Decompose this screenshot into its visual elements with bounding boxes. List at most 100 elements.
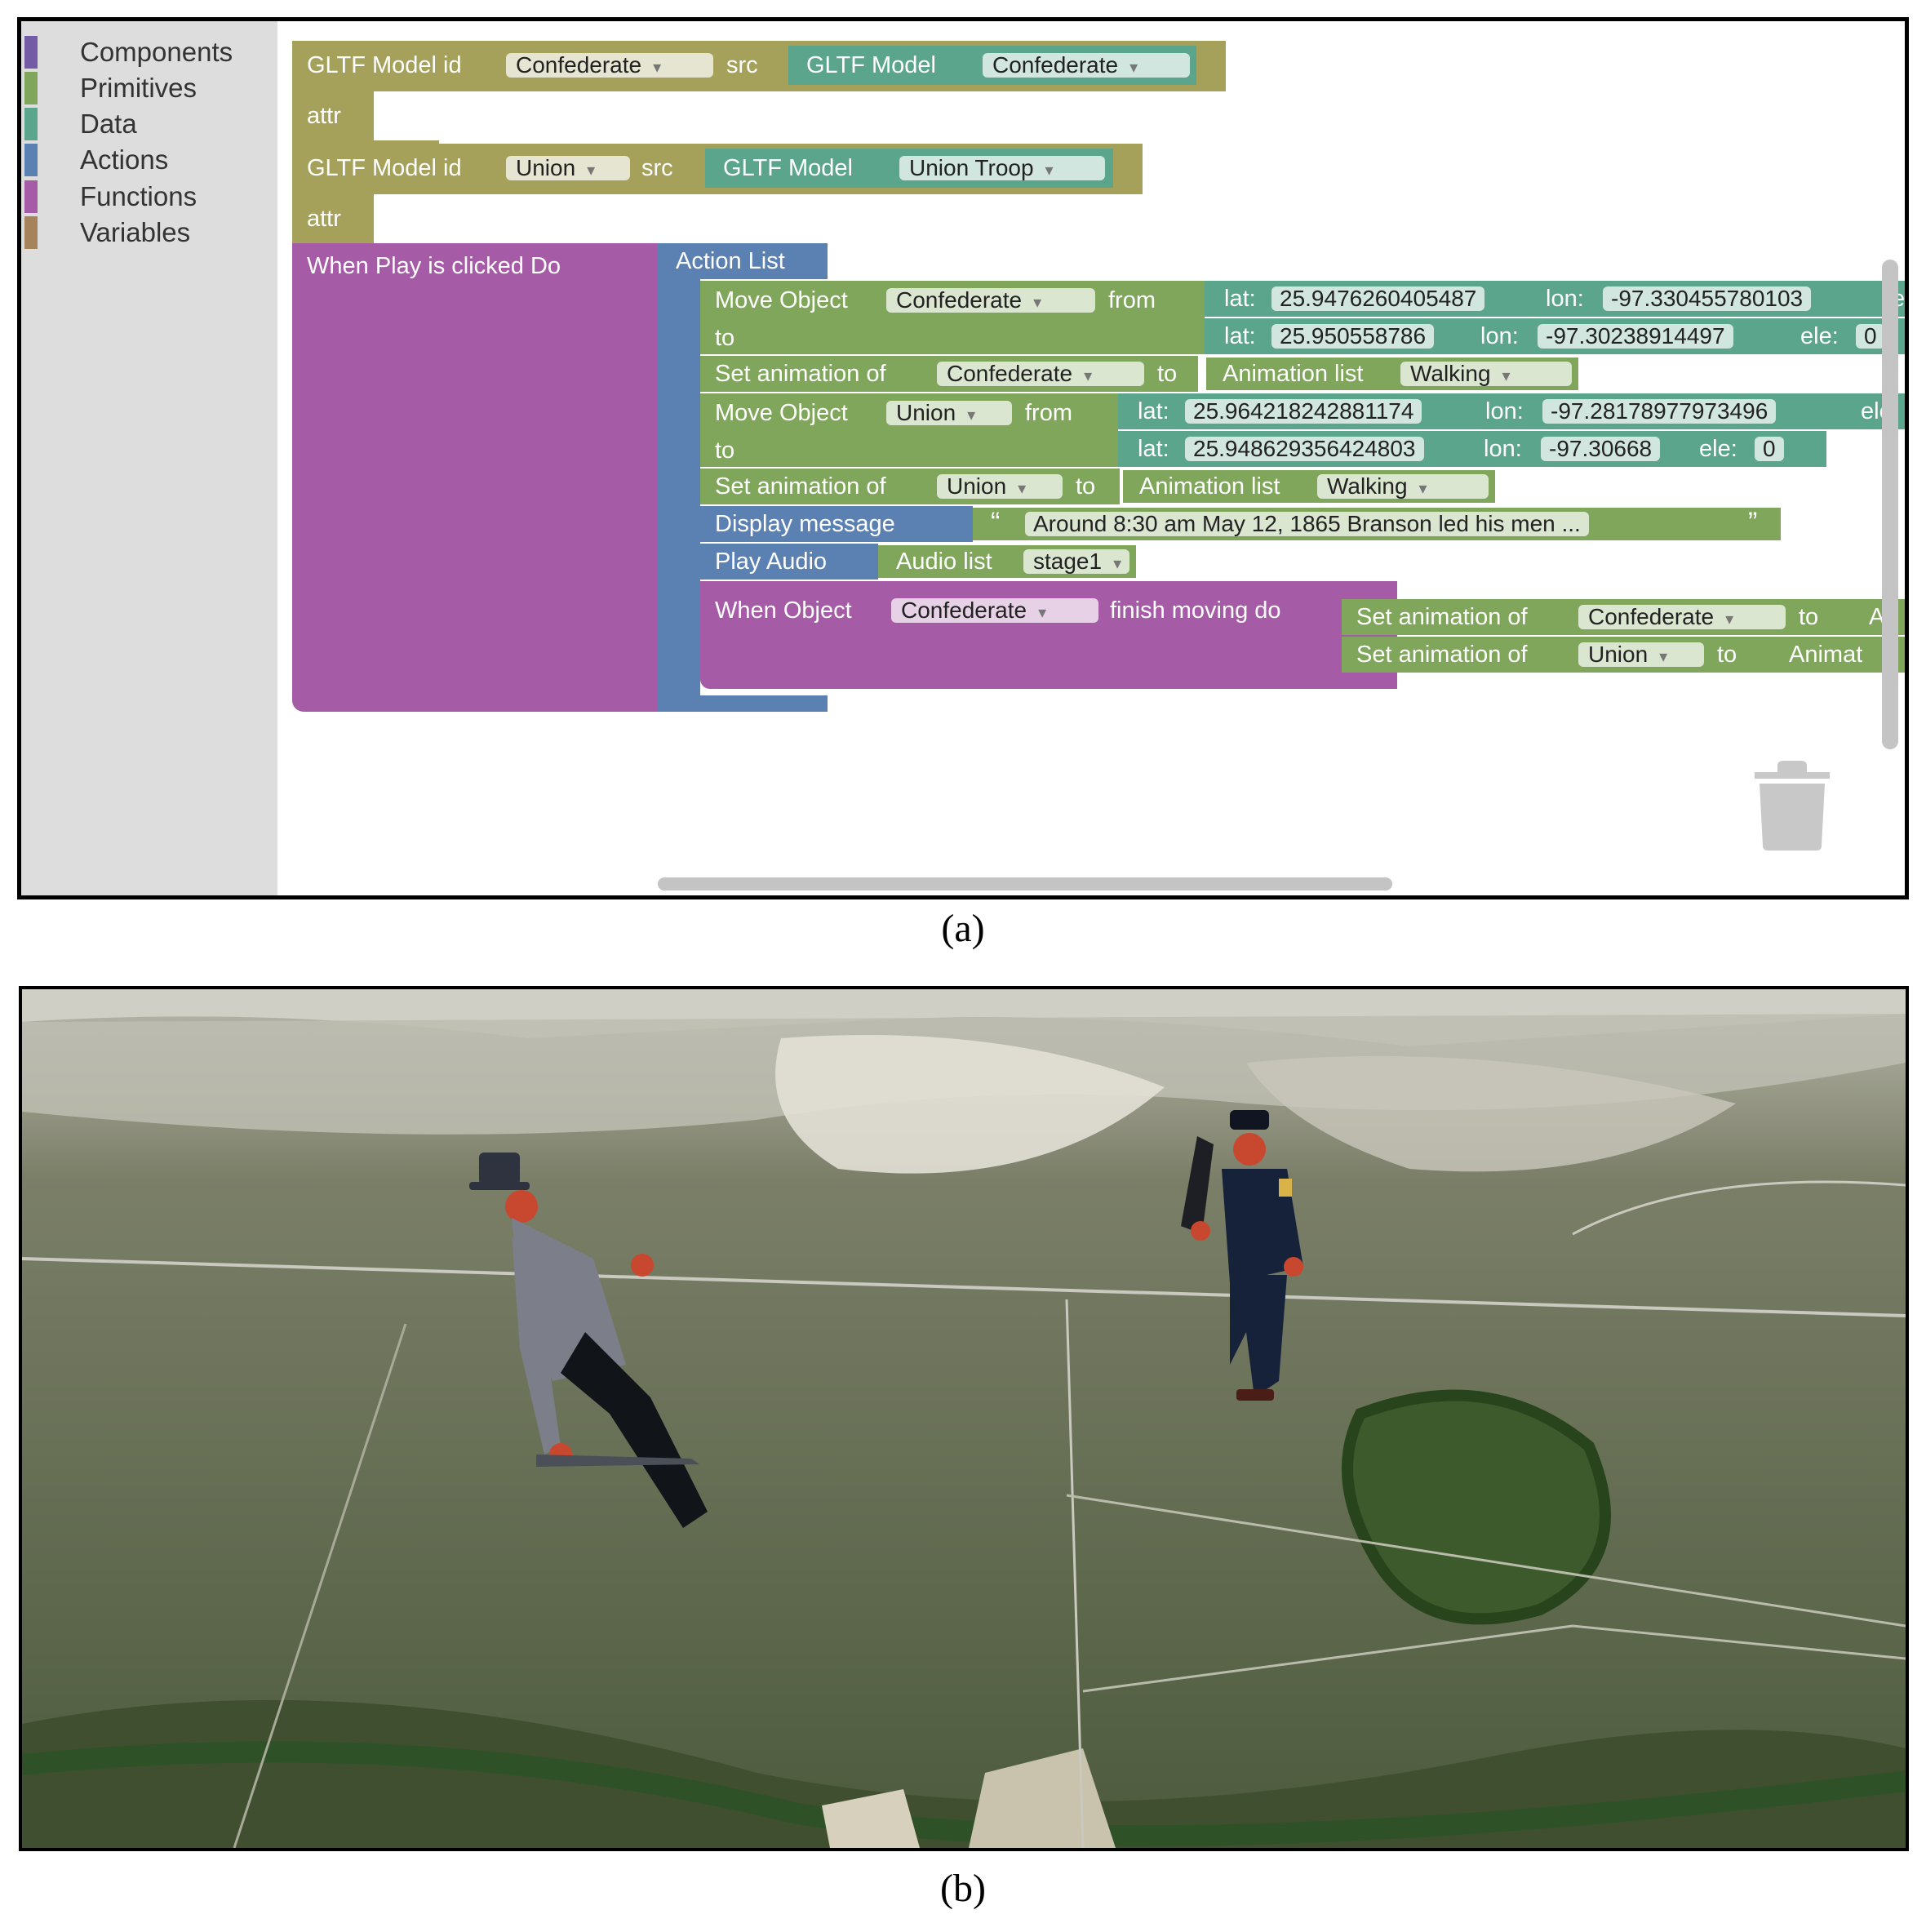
audio-list-block[interactable]: Audio list stage1 [878,545,1136,578]
lat-value[interactable]: 25.948629356424803 [1185,437,1424,461]
ele-value[interactable]: 0 [1856,324,1885,349]
animation-object-dropdown[interactable]: Union [937,474,1063,499]
toolbox-category-functions[interactable]: Functions [21,180,197,213]
components-color-swatch [24,36,38,69]
coordinate-block-to[interactable]: lat: 25.948629356424803 lon: -97.30668 e… [1118,431,1826,467]
lon-value[interactable]: -97.30238914497 [1538,324,1733,349]
to-label: to [715,325,735,351]
set-animation-label: Set animation of [715,361,886,387]
src-label: src [641,155,673,181]
coordinate-block-from[interactable]: lat: 25.9476260405487 lon: -97.330455780… [1205,281,1905,317]
gltf-model-dropdown[interactable]: Confederate [983,53,1190,78]
animation-list-dropdown[interactable]: Walking [1317,474,1489,499]
to-label: to [715,437,735,464]
audio-list-label: Audio list [896,549,992,575]
toolbox-category-label: Functions [80,181,197,211]
lon-value[interactable]: -97.30668 [1541,437,1661,461]
coordinate-block-from[interactable]: lat: 25.964218242881174 lon: -97.2817897… [1118,393,1905,429]
lat-value[interactable]: 25.9476260405487 [1271,286,1485,311]
open-quote-icon: “ [991,507,1001,538]
move-object-dropdown[interactable]: Union [886,401,1012,425]
trash-icon[interactable] [1751,761,1833,851]
coordinate-block-to[interactable]: lat: 25.950558786 lon: -97.30238914497 e… [1205,318,1905,354]
toolbox-category-data[interactable]: Data [21,108,137,140]
lon-label: lon: [1480,323,1519,349]
toolbox-category-label: Actions [80,144,169,175]
action-list-bottom [658,695,828,712]
move-object-block-union[interactable]: Move Object Union from to [700,393,1118,467]
action-list-label: Action List [676,248,785,274]
action-list-spine [658,279,700,712]
gltf-model-label: GLTF Model [723,155,854,181]
close-quote-icon: ” [1748,507,1758,538]
gltf-model-value-block[interactable]: GLTF Model Confederate [788,46,1196,85]
gltf-id-dropdown[interactable]: Union [506,156,630,180]
audio-list-dropdown[interactable]: stage1 [1023,549,1129,574]
set-animation-label: Set animation of [1356,642,1528,668]
set-animation-block-confederate[interactable]: Set animation of Confederate to [700,356,1198,392]
lat-value[interactable]: 25.950558786 [1271,324,1435,349]
to-label: to [1717,642,1737,668]
lat-label: lat: [1224,286,1256,312]
toolbox-category-label: Variables [80,217,191,247]
attr-row: attr [292,91,374,140]
event-label: When Play is clicked Do [307,253,561,279]
set-animation-block-confederate[interactable]: Set animation of Confederate to A [1342,599,1905,635]
toolbox-category-primitives[interactable]: Primitives [21,72,197,104]
variables-color-swatch [24,216,38,249]
toolbox-category-label: Data [80,109,137,139]
text-string-block[interactable]: “ Around 8:30 am May 12, 1865 Branson le… [973,508,1781,540]
to-label: to [1799,604,1819,630]
move-object-block-confederate[interactable]: Move Object Confederate from to [700,281,1205,354]
gltf-model-label: GLTF Model [806,52,937,78]
toolbox-category-label: Components [80,37,233,67]
gltf-model-value-block[interactable]: GLTF Model Union Troop [705,149,1113,188]
set-animation-label: Set animation of [1356,604,1528,630]
animation-list-block[interactable]: Animation list Walking [1206,358,1578,390]
lat-label: lat: [1138,436,1169,462]
animation-object-dropdown[interactable]: Confederate [1578,605,1786,629]
attr-row: attr [292,194,374,243]
ele-label: ele: [1699,436,1737,462]
lat-label: lat: [1138,398,1169,424]
horizontal-scrollbar[interactable] [658,877,1392,890]
set-animation-block-union[interactable]: Set animation of Union to Animat [1342,637,1905,673]
lon-label: lon: [1546,286,1584,312]
gltf-model-dropdown[interactable]: Union Troop [899,156,1105,180]
finish-object-dropdown[interactable]: Confederate [891,598,1098,623]
lon-label: lon: [1485,398,1524,424]
move-object-label: Move Object [715,287,848,313]
toolbox-category-variables[interactable]: Variables [21,216,190,249]
lon-value[interactable]: -97.28178977973496 [1542,399,1777,424]
attr-input-socket[interactable] [374,199,431,232]
move-object-dropdown[interactable]: Confederate [886,288,1095,313]
ele-value[interactable]: 0 [1755,437,1784,461]
ar-map-scene [19,986,1909,1851]
when-object-finish-moving-block[interactable]: When Object Confederate finish moving do [700,581,1397,689]
action-list-block[interactable]: Action List [658,243,828,279]
blocks-workspace[interactable]: GLTF Model id Confederate src GLTF Model… [277,21,1905,895]
when-play-clicked-block[interactable]: When Play is clicked Do [292,243,658,712]
toolbox: Components Primitives Data Actions Funct… [21,21,277,895]
lat-value[interactable]: 25.964218242881174 [1185,399,1422,424]
vertical-scrollbar[interactable] [1882,260,1898,749]
from-label: from [1108,287,1156,313]
toolbox-category-components[interactable]: Components [21,36,233,69]
gltf-id-dropdown[interactable]: Confederate [506,53,713,78]
message-text-field[interactable]: Around 8:30 am May 12, 1865 Branson led … [1025,512,1589,536]
animation-object-dropdown[interactable]: Union [1578,642,1704,667]
actions-color-swatch [24,144,38,176]
animation-list-label: Animation list [1223,361,1364,387]
ele-label: ele: [1800,323,1839,349]
attr-input-socket[interactable] [374,96,431,129]
toolbox-category-actions[interactable]: Actions [21,144,168,176]
display-message-label: Display message [715,511,895,537]
play-audio-block[interactable]: Play Audio [700,544,878,580]
animation-list-dropdown[interactable]: Walking [1400,362,1572,386]
display-message-block[interactable]: Display message [700,506,973,542]
figure-caption-b: (b) [940,1867,986,1910]
animation-object-dropdown[interactable]: Confederate [937,362,1144,386]
set-animation-block-union[interactable]: Set animation of Union to [700,469,1120,504]
lon-value[interactable]: -97.330455780103 [1603,286,1812,311]
animation-list-block[interactable]: Animation list Walking [1123,470,1495,503]
